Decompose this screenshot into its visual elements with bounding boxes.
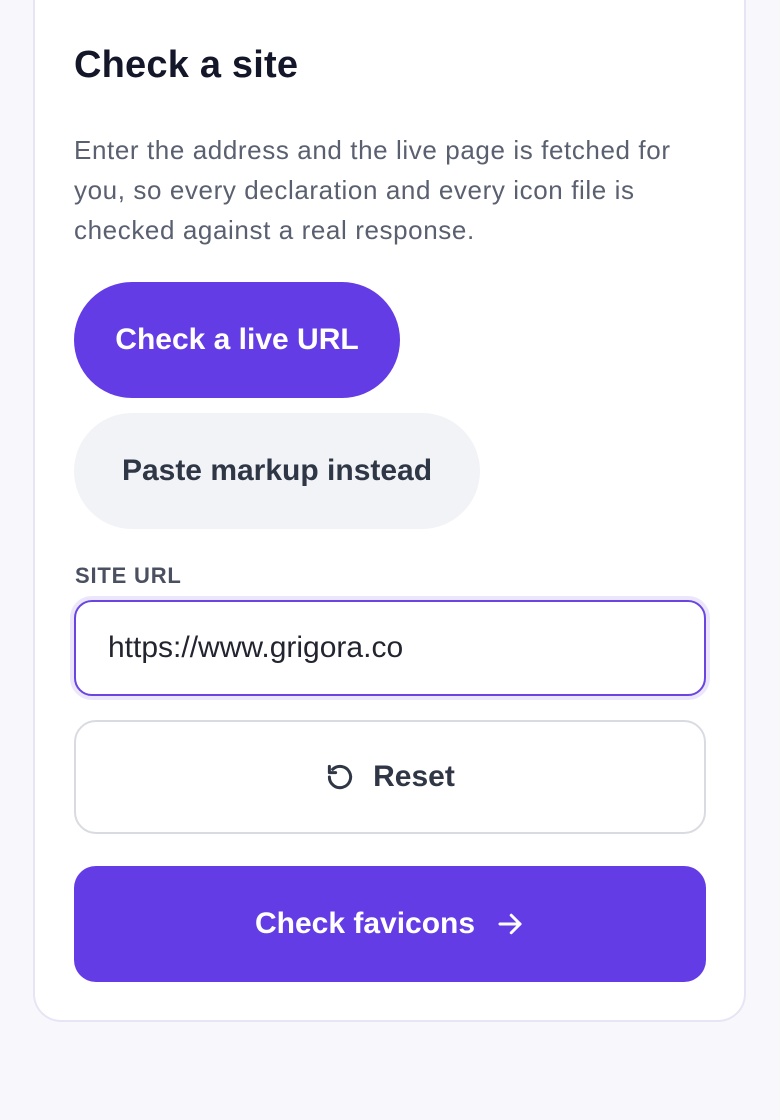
reset-label: Reset <box>373 760 455 793</box>
reset-button[interactable]: Reset <box>74 720 706 834</box>
rotate-ccw-icon <box>328 764 353 790</box>
arrow-right-icon <box>498 913 522 935</box>
site-url-label: SITE URL <box>75 563 182 588</box>
panel-description: Enter the address and the live page is f… <box>74 135 671 245</box>
check-favicons-label: Check favicons <box>254 907 476 940</box>
check-favicons-button[interactable]: Check favicons <box>74 866 706 982</box>
panel-title: Check a site <box>74 44 299 86</box>
paste-markup-button[interactable]: Paste markup instead <box>74 413 480 529</box>
site-url-input[interactable] <box>74 600 706 696</box>
check-live-url-button[interactable]: Check a live URL <box>74 282 400 398</box>
